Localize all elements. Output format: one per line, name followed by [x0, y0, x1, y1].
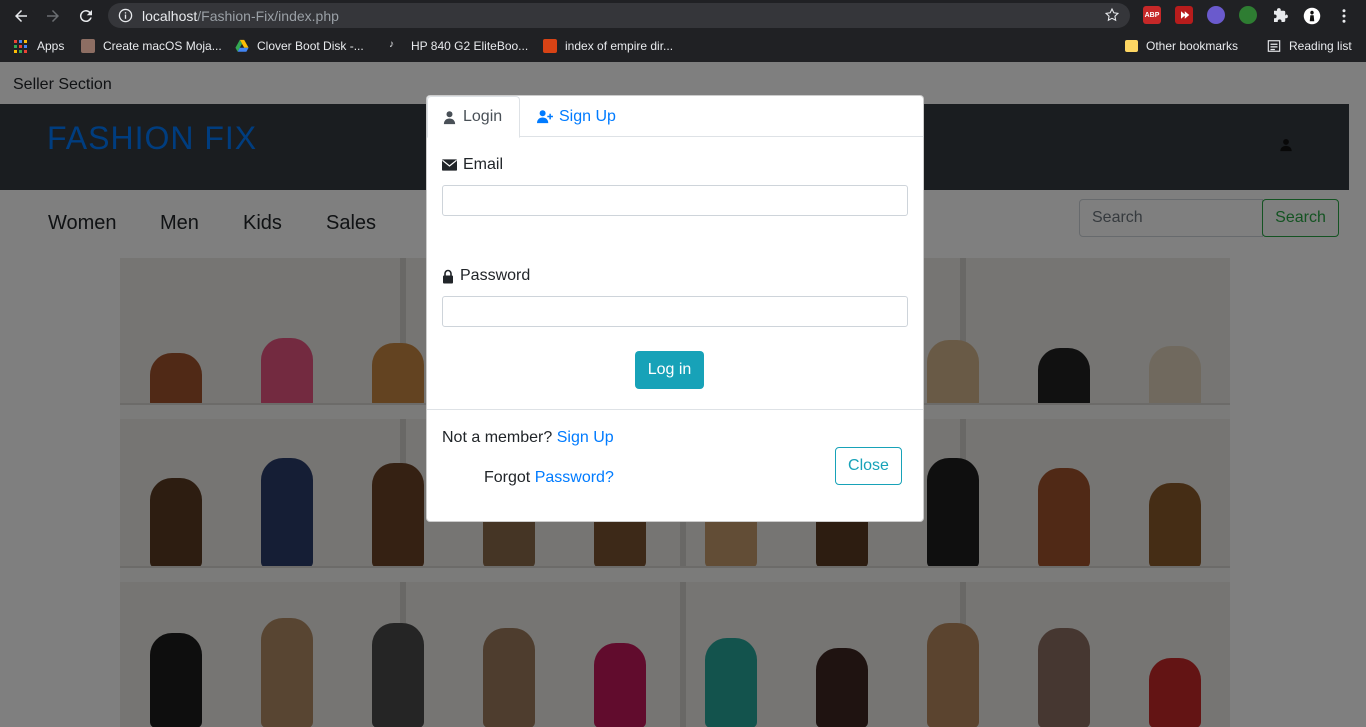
- extension-purple-icon[interactable]: [1207, 6, 1225, 24]
- reading-list-icon: [1267, 40, 1281, 52]
- more-vert-icon: [1342, 9, 1346, 23]
- empire-favicon-icon: [543, 39, 557, 53]
- tab-login-label: Login: [463, 108, 503, 125]
- bookmark-reading-list[interactable]: Reading list: [1267, 39, 1352, 53]
- email-field[interactable]: [442, 185, 908, 216]
- hp-favicon-icon: ♪: [389, 39, 394, 50]
- tab-signup-label: Sign Up: [559, 107, 616, 125]
- signup-link[interactable]: Sign Up: [557, 429, 614, 446]
- envelope-icon: [442, 159, 457, 171]
- bookmark-apps[interactable]: Apps: [14, 39, 64, 53]
- extension-red-icon[interactable]: [1175, 6, 1193, 24]
- email-label-text: Email: [463, 156, 504, 173]
- not-member-text: Not a member? Sign Up: [442, 429, 614, 447]
- arrow-right-icon: [47, 10, 59, 22]
- forgot-label: Forgot: [484, 469, 531, 486]
- avatar-icon: [1303, 7, 1321, 25]
- bookmarks-bar: Apps Create macOS Moja... Clover Boot Di…: [0, 31, 1366, 62]
- reload-button[interactable]: [74, 4, 98, 28]
- login-modal: Login Sign Up Email Password Log in Not …: [426, 95, 924, 522]
- user-icon: [443, 110, 456, 124]
- address-bar[interactable]: localhost/Fashion-Fix/index.php: [108, 3, 1130, 28]
- lock-icon: [443, 269, 453, 283]
- email-label: Email: [442, 156, 503, 174]
- bookmark-star-icon[interactable]: [1104, 7, 1120, 23]
- close-button[interactable]: Close: [835, 447, 902, 485]
- bookmark-hp-elitebook[interactable]: ♪ HP 840 G2 EliteBoo...: [389, 39, 528, 53]
- bookmark-index-empire[interactable]: index of empire dir...: [543, 39, 673, 53]
- extension-green-icon[interactable]: [1239, 6, 1257, 24]
- web-page: Seller Section FASHION FIX Women Men Kid…: [0, 62, 1366, 727]
- not-member-label: Not a member?: [442, 429, 553, 446]
- tab-signup[interactable]: Sign Up: [522, 96, 630, 137]
- adblock-extension-icon[interactable]: ABP: [1143, 6, 1161, 24]
- forward-button[interactable]: [41, 4, 65, 28]
- puzzle-icon: [1274, 8, 1288, 22]
- forgot-password-text: Forgot Password?: [484, 469, 614, 487]
- bookmark-label: HP 840 G2 EliteBoo...: [411, 39, 529, 53]
- bookmark-label: Create macOS Moja...: [103, 39, 222, 53]
- extensions-button[interactable]: [1268, 4, 1292, 28]
- bookmark-label: Apps: [37, 39, 65, 53]
- forgot-password-link[interactable]: Password?: [535, 469, 614, 486]
- bookmark-label: index of empire dir...: [565, 39, 674, 53]
- browser-menu-button[interactable]: [1332, 4, 1356, 28]
- bookmark-create-macos[interactable]: Create macOS Moja...: [81, 39, 222, 53]
- bookmark-label: Other bookmarks: [1146, 39, 1239, 53]
- arrow-left-icon: [15, 10, 27, 22]
- user-plus-icon: [537, 110, 553, 124]
- tab-login[interactable]: Login: [427, 96, 520, 138]
- reload-icon: [79, 10, 92, 23]
- folder-icon: [1125, 40, 1138, 52]
- browser-toolbar: localhost/Fashion-Fix/index.php ABP: [0, 0, 1366, 31]
- profile-avatar[interactable]: [1300, 4, 1324, 28]
- apps-grid-icon: [14, 39, 27, 53]
- google-drive-icon: [235, 39, 249, 52]
- password-label: Password: [442, 267, 530, 285]
- url-text: localhost/Fashion-Fix/index.php: [142, 8, 339, 24]
- bookmark-other[interactable]: Other bookmarks: [1125, 39, 1238, 53]
- info-icon[interactable]: [118, 8, 133, 23]
- bookmark-clover-boot[interactable]: Clover Boot Disk -...: [235, 39, 364, 53]
- bookmark-label: Reading list: [1289, 39, 1352, 53]
- password-label-text: Password: [460, 267, 531, 284]
- macos-favicon-icon: [81, 39, 95, 53]
- modal-footer-divider: [427, 409, 923, 410]
- back-button[interactable]: [9, 4, 33, 28]
- bookmark-label: Clover Boot Disk -...: [257, 39, 364, 53]
- password-field[interactable]: [442, 296, 908, 327]
- login-button[interactable]: Log in: [635, 351, 704, 389]
- modal-tabs: Login Sign Up: [427, 96, 923, 138]
